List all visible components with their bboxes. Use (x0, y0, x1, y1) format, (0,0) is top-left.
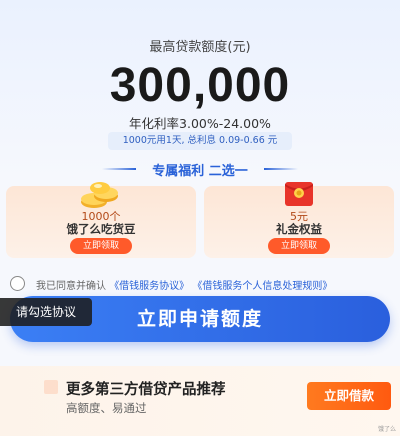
page-indicator (190, 428, 212, 431)
interest-note: 1000元用1天, 总利息 0.09-0.66 元 (108, 132, 292, 150)
welfare-title-decoration-right (264, 168, 298, 170)
red-packet-icon (285, 182, 313, 206)
agreement-text: 我已同意并确认 《借钱服务协议》 《借钱服务个人信息处理规则》 (36, 277, 332, 292)
watermark: 饿了么 (377, 426, 396, 433)
privacy-rules-link[interactable]: 《借钱服务个人信息处理规则》 (192, 281, 332, 292)
promo-subtitle: 高额度、易通过 (66, 401, 147, 415)
limit-amount: 300,000 (109, 59, 291, 112)
agreement-checkbox[interactable] (10, 276, 25, 291)
claim-cash-button[interactable]: 立即领取 (268, 238, 330, 254)
card-cash-name: 礼金权益 (276, 222, 322, 236)
promo-tag-icon (44, 380, 58, 394)
card-beans-name: 饿了么吃货豆 (66, 222, 136, 236)
third-party-promo-banner[interactable]: 更多第三方借贷产品推荐 高额度、易通过 立即借款 (0, 366, 400, 436)
agreement-tooltip: 请勾选协议 (0, 298, 92, 326)
promo-title: 更多第三方借贷产品推荐 (66, 382, 226, 398)
welfare-card-cash[interactable]: 5元 礼金权益 立即领取 (204, 182, 394, 258)
borrow-now-button[interactable]: 立即借款 (307, 382, 391, 410)
claim-beans-button[interactable]: 立即领取 (70, 238, 132, 254)
welfare-card-beans[interactable]: 1000个 饿了么吃货豆 立即领取 (6, 182, 196, 258)
welfare-title: 专属福利 二选一 (152, 164, 248, 179)
loan-service-agreement-link[interactable]: 《借钱服务协议》 (109, 281, 189, 292)
annual-rate: 年化利率3.00%-24.00% (129, 116, 271, 131)
limit-label: 最高贷款额度(元) (149, 40, 251, 55)
agreement-prefix: 我已同意并确认 (36, 281, 106, 292)
coin-stack-icon (81, 182, 118, 208)
agreement-row: 我已同意并确认 《借钱服务协议》 《借钱服务个人信息处理规则》 (10, 276, 395, 292)
